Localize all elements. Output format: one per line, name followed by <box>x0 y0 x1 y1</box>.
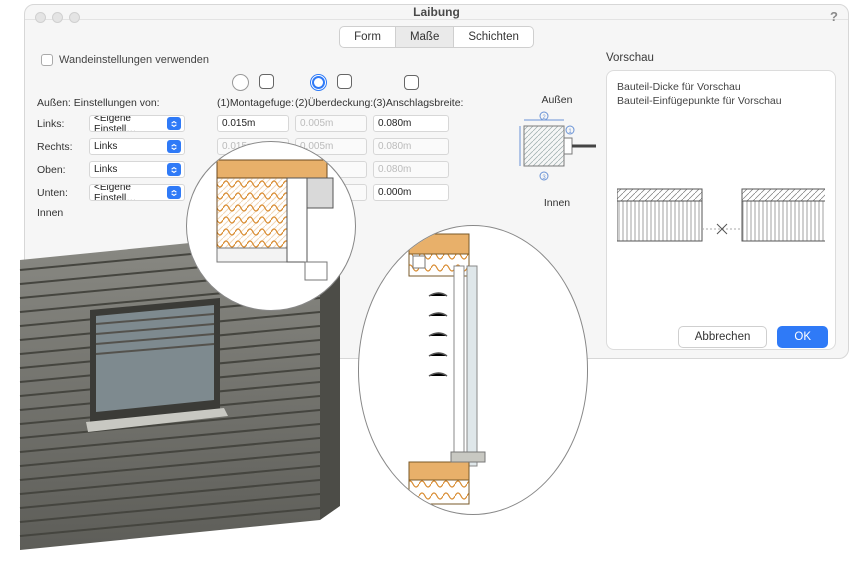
chevron-updown-icon <box>167 163 181 176</box>
cancel-button[interactable]: Abbrechen <box>678 326 768 348</box>
col2-label: (2)Überdeckung: <box>295 97 367 109</box>
grid-toggle-icon-1[interactable] <box>259 74 274 89</box>
help-button[interactable]: ? <box>830 9 838 24</box>
use-wall-settings-checkbox[interactable] <box>41 54 53 66</box>
detail-vertical-icon <box>359 226 588 515</box>
unten-anschlagsbreite-field[interactable]: 0.000m <box>373 184 449 201</box>
minimize-icon[interactable] <box>52 12 63 23</box>
use-wall-settings-label: Wandeinstellungen verwenden <box>59 54 209 66</box>
window-title: Laibung <box>413 5 460 19</box>
detail-corner-icon <box>187 142 356 311</box>
row-oben-label: Oben: <box>37 164 83 176</box>
tab-form[interactable]: Form <box>339 26 396 48</box>
grid-toggle-icon-3[interactable] <box>404 75 419 90</box>
links-ueberdeckung-field[interactable]: 0.005m <box>295 115 367 132</box>
detail-corner-popout <box>186 141 356 311</box>
col3-label: (3)Anschlagsbreite: <box>373 97 449 109</box>
grid-toggle-icon-2[interactable] <box>337 74 352 89</box>
titlebar: Laibung ? <box>25 5 848 20</box>
unten-from-dropdown[interactable]: <Eigene Einstell… <box>89 184 185 201</box>
preview-thickness-label: Bauteil-Dicke für Vorschau <box>617 81 825 93</box>
rechts-anschlagsbreite-field: 0.080m <box>373 138 449 155</box>
ok-button[interactable]: OK <box>777 326 828 348</box>
chevron-updown-icon <box>167 117 181 130</box>
outside-label: Außen <box>518 94 596 106</box>
tabs: Form Maße Schichten <box>25 26 848 48</box>
links-anschlagsbreite-field[interactable]: 0.080m <box>373 115 449 132</box>
row-links-label: Links: <box>37 118 83 130</box>
rechts-from-dropdown[interactable]: Links <box>89 138 185 155</box>
close-icon[interactable] <box>35 12 46 23</box>
detail-vertical-popout <box>358 225 588 515</box>
chevron-updown-icon <box>167 140 181 153</box>
preview-section-icon <box>617 169 825 279</box>
on-toggle-icon[interactable] <box>310 74 327 91</box>
window-controls[interactable] <box>35 12 80 23</box>
tab-schichten[interactable]: Schichten <box>454 26 534 48</box>
preview-insert-points-label: Bauteil-Einfügepunkte für Vorschau <box>617 95 825 107</box>
row-rechts-label: Rechts: <box>37 141 83 153</box>
links-from-dropdown[interactable]: <Eigene Einstell… <box>89 115 185 132</box>
off-toggle-icon[interactable] <box>232 74 249 91</box>
tab-masse[interactable]: Maße <box>396 26 454 48</box>
preview-heading: Vorschau <box>606 52 836 64</box>
chevron-updown-icon <box>167 186 181 199</box>
oben-from-dropdown[interactable]: Links <box>89 161 185 178</box>
zoom-icon[interactable] <box>69 12 80 23</box>
preview-panel: Bauteil-Dicke für Vorschau Bauteil-Einfü… <box>606 70 836 350</box>
links-montagefuge-field[interactable]: 0.015m <box>217 115 289 132</box>
plan-diagram-icon: 2 1 3 <box>518 106 596 192</box>
mini-plan-diagram: Außen 2 1 3 Innen <box>518 94 596 209</box>
oben-anschlagsbreite-field: 0.080m <box>373 161 449 178</box>
col1-label: (1)Montagefuge: <box>217 97 289 109</box>
outside-settings-of-label: Außen: Einstellungen von: <box>37 97 211 109</box>
inside-label: Innen <box>518 197 596 209</box>
row-unten-label: Unten: <box>37 187 83 199</box>
dialog-footer: Abbrechen OK <box>678 326 828 348</box>
